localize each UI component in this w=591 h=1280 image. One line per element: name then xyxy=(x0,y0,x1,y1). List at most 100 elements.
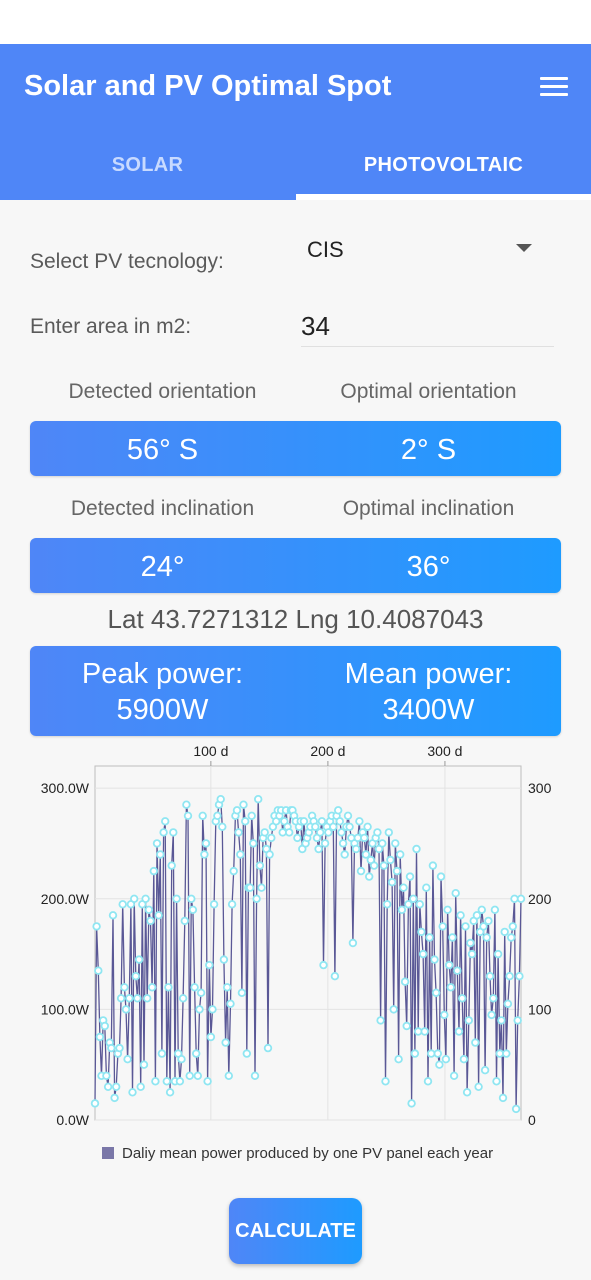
data-point xyxy=(178,994,188,1003)
data-point xyxy=(464,1016,473,1025)
data-point xyxy=(490,905,500,914)
data-point xyxy=(157,1049,167,1058)
data-point xyxy=(420,1027,429,1036)
data-point xyxy=(389,1005,398,1014)
data-point xyxy=(428,861,438,870)
data-point xyxy=(345,822,354,831)
data-point xyxy=(415,900,424,909)
data-point xyxy=(329,822,338,831)
tab-solar[interactable]: SOLAR xyxy=(0,128,295,200)
data-point xyxy=(461,922,470,931)
y-left-tick-label: 100.0W xyxy=(41,1001,90,1017)
data-point xyxy=(487,1010,496,1020)
app-bar: Solar and PV Optimal Spot xyxy=(0,44,591,128)
data-point xyxy=(182,800,191,809)
y-left-tick-label: 300.0W xyxy=(41,780,90,796)
data-point xyxy=(205,960,214,970)
tab-photovoltaic[interactable]: PHOTOVOLTAIC xyxy=(296,128,591,200)
data-point xyxy=(394,1055,403,1064)
data-point xyxy=(250,1071,260,1080)
data-point xyxy=(400,977,410,986)
data-point xyxy=(252,894,261,903)
data-point xyxy=(108,911,118,920)
data-point xyxy=(107,1043,116,1053)
data-point xyxy=(90,1099,100,1108)
data-point xyxy=(219,955,229,964)
data-point xyxy=(249,839,258,848)
data-point xyxy=(425,933,434,942)
data-point xyxy=(95,1032,105,1042)
data-point xyxy=(392,866,402,876)
data-point xyxy=(141,894,150,903)
data-point xyxy=(451,888,460,898)
detected-inclination-label: Detected inclination xyxy=(70,497,255,520)
status-bar xyxy=(0,0,591,44)
data-point xyxy=(351,844,361,854)
data-point xyxy=(128,1088,137,1097)
data-point xyxy=(505,971,514,981)
hamburger-menu-icon[interactable] xyxy=(540,77,568,97)
data-point xyxy=(216,795,225,804)
data-point xyxy=(445,960,454,970)
pv-technology-value: CIS xyxy=(307,237,344,262)
data-point xyxy=(462,1088,472,1097)
data-point xyxy=(433,1049,442,1058)
data-point xyxy=(263,1043,273,1053)
data-point xyxy=(369,861,379,870)
data-point xyxy=(131,971,140,981)
active-tab-indicator xyxy=(296,194,591,200)
data-point xyxy=(213,811,222,820)
data-point xyxy=(196,988,206,997)
data-point xyxy=(203,1077,212,1086)
data-point xyxy=(247,811,256,820)
data-point xyxy=(410,1049,420,1058)
data-point xyxy=(381,1077,390,1086)
data-point xyxy=(245,883,255,892)
data-point xyxy=(180,916,189,926)
pv-technology-dropdown[interactable]: CIS xyxy=(295,225,550,275)
data-point xyxy=(94,966,103,975)
x-top-tick-label: 200 d xyxy=(310,743,345,759)
data-point xyxy=(471,1038,480,1047)
detected-orientation-label: Detected orientation xyxy=(68,380,257,403)
data-point xyxy=(154,911,163,920)
data-point xyxy=(513,1016,522,1025)
data-point xyxy=(409,894,418,903)
data-point xyxy=(399,883,408,892)
data-point xyxy=(477,905,486,914)
data-point xyxy=(365,872,374,881)
data-point xyxy=(218,822,227,831)
optimal-inclination-label: Optimal inclination xyxy=(342,497,515,520)
data-point xyxy=(379,861,389,870)
y-right-tick-label: 300 xyxy=(528,780,552,796)
data-point xyxy=(500,927,509,937)
data-point xyxy=(159,828,168,837)
data-point xyxy=(206,1032,216,1042)
data-point xyxy=(299,817,309,826)
data-point xyxy=(293,833,302,843)
data-point xyxy=(417,927,426,937)
data-point xyxy=(267,833,276,843)
data-point xyxy=(508,922,517,931)
data-point xyxy=(320,839,330,848)
data-point xyxy=(221,1038,230,1047)
data-point xyxy=(200,850,209,859)
data-point xyxy=(240,817,250,826)
data-point xyxy=(160,817,170,826)
data-point xyxy=(110,1093,119,1103)
data-point xyxy=(493,949,503,959)
peak-power-value: 5900W xyxy=(116,694,209,726)
data-point xyxy=(120,983,129,992)
data-point xyxy=(115,1043,124,1053)
data-point xyxy=(149,866,158,876)
data-point xyxy=(147,983,157,992)
data-point xyxy=(183,811,193,820)
data-point xyxy=(489,994,498,1003)
app-title: Solar and PV Optimal Spot xyxy=(24,70,392,102)
data-point xyxy=(195,1005,204,1014)
area-input[interactable] xyxy=(301,306,554,347)
calculate-button[interactable]: CALCULATE xyxy=(229,1198,362,1264)
data-point xyxy=(234,828,243,837)
data-point xyxy=(474,1082,483,1091)
mean-power-value: 3400W xyxy=(382,694,475,726)
